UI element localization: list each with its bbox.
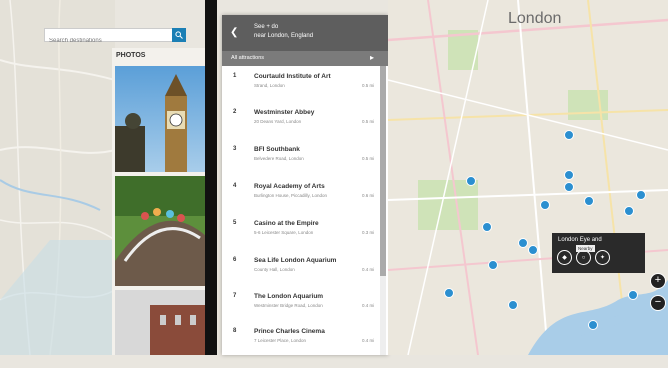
list-item[interactable]: 5 Casino at the Empire 5-6 Leicester Squ… xyxy=(222,220,380,260)
minus-icon: − xyxy=(654,296,662,308)
map-city-label: London xyxy=(508,10,562,27)
item-address: Belvedere Road, London xyxy=(254,156,304,161)
map-pin[interactable] xyxy=(636,190,646,200)
map-pin[interactable] xyxy=(482,222,492,232)
bridge-image xyxy=(115,176,206,286)
item-address: Westminster Bridge Road, London xyxy=(254,303,323,308)
map-pin[interactable] xyxy=(628,290,638,300)
item-name: Sea Life London Aquarium xyxy=(254,257,337,264)
item-number: 7 xyxy=(233,293,237,299)
item-distance: 0.5 mi xyxy=(362,156,375,161)
pushpin-icon: ✦ xyxy=(599,255,606,261)
photo-bridge[interactable] xyxy=(115,176,206,286)
map-pin[interactable] xyxy=(588,320,598,330)
search-input[interactable] xyxy=(45,35,169,47)
attractions-panel: ❮ See + do near London, England All attr… xyxy=(222,15,388,355)
tooltip: Nearby xyxy=(576,245,595,252)
item-name: The London Aquarium xyxy=(254,293,324,300)
item-distance: 0.5 mi xyxy=(362,119,375,124)
map-pin[interactable] xyxy=(564,182,574,192)
item-number: 3 xyxy=(233,146,237,152)
list-item[interactable]: 8 Prince Charles Cinema 7 Leicester Plac… xyxy=(222,328,380,368)
photo-big-ben[interactable] xyxy=(115,66,206,172)
map-pin[interactable] xyxy=(540,200,550,210)
item-number: 1 xyxy=(233,73,237,79)
list-item[interactable]: 3 BFI Southbank Belvedere Road, London 0… xyxy=(222,146,380,186)
item-distance: 0.4 mi xyxy=(362,303,375,308)
popup-title: London Eye and xyxy=(558,237,602,243)
list-item[interactable]: 6 Sea Life London Aquarium County Hall, … xyxy=(222,257,380,297)
nearby-button[interactable]: ○ xyxy=(576,250,591,265)
search-icon xyxy=(175,31,183,39)
item-address: Burlington House, Piccadilly, London xyxy=(254,193,327,198)
item-address: 7 Leicester Place, London xyxy=(254,338,307,343)
photos-heading: PHOTOS xyxy=(116,52,146,59)
directions-icon: ◆ xyxy=(562,255,567,261)
item-address: 20 Deans Yard, London xyxy=(254,119,302,124)
back-arrow-icon[interactable]: ❮ xyxy=(230,27,238,38)
plus-icon: + xyxy=(654,274,662,286)
panel-header: ❮ See + do near London, England xyxy=(222,15,388,51)
list-item[interactable]: 7 The London Aquarium Westminster Bridge… xyxy=(222,293,380,333)
search-box[interactable] xyxy=(44,28,186,47)
search-button[interactable] xyxy=(172,28,186,42)
item-number: 2 xyxy=(233,109,237,115)
main-map[interactable]: London London Eye and ◆ ○ ✦ Nearby + − xyxy=(388,0,668,355)
map-pin[interactable] xyxy=(564,130,574,140)
list-item[interactable]: 2 Westminster Abbey 20 Deans Yard, Londo… xyxy=(222,109,380,149)
item-distance: 0.6 mi xyxy=(362,193,375,198)
pane-divider[interactable] xyxy=(205,0,217,355)
item-number: 4 xyxy=(233,183,237,189)
item-number: 8 xyxy=(233,328,237,334)
item-number: 6 xyxy=(233,257,237,263)
item-name: Westminster Abbey xyxy=(254,109,315,116)
item-distance: 0.4 mi xyxy=(362,267,375,272)
item-number: 5 xyxy=(233,220,237,226)
map-pin[interactable] xyxy=(466,176,476,186)
photo-building[interactable] xyxy=(115,290,206,355)
map-pin[interactable] xyxy=(518,238,528,248)
map-pin[interactable] xyxy=(488,260,498,270)
item-name: BFI Southbank xyxy=(254,146,300,153)
location-popup[interactable]: London Eye and ◆ ○ ✦ Nearby xyxy=(552,233,645,273)
item-distance: 0.5 mi xyxy=(362,83,375,88)
item-name: Royal Academy of Arts xyxy=(254,183,325,190)
pin-button[interactable]: ✦ xyxy=(595,250,610,265)
filter-dropdown[interactable]: All attractions ▸ xyxy=(222,51,388,66)
list-item[interactable]: 1 Courtauld Institute of Art Strand, Lon… xyxy=(222,73,380,113)
map-pin[interactable] xyxy=(528,245,538,255)
item-distance: 0.4 mi xyxy=(362,338,375,343)
left-map-roads xyxy=(0,0,115,355)
map-pin[interactable] xyxy=(584,196,594,206)
map-pin[interactable] xyxy=(508,300,518,310)
item-address: County Hall, London xyxy=(254,267,295,272)
map-roads xyxy=(388,0,668,355)
nearby-icon: ○ xyxy=(581,254,586,261)
directions-button[interactable]: ◆ xyxy=(557,250,572,265)
map-pin[interactable] xyxy=(624,206,634,216)
scrollbar-thumb[interactable] xyxy=(380,66,386,276)
item-address: Strand, London xyxy=(254,83,285,88)
map-pin[interactable] xyxy=(564,170,574,180)
building-image xyxy=(115,290,206,355)
left-map[interactable] xyxy=(0,0,115,355)
panel-subtitle: near London, England xyxy=(254,33,314,39)
item-name: Casino at the Empire xyxy=(254,220,319,227)
item-address: 5-6 Leicester Square, London xyxy=(254,230,314,235)
chevron-right-icon: ▸ xyxy=(370,53,375,62)
zoom-out-button[interactable]: − xyxy=(650,295,666,311)
item-name: Courtauld Institute of Art xyxy=(254,73,331,80)
panel-title: See + do xyxy=(254,24,279,30)
zoom-in-button[interactable]: + xyxy=(650,273,666,289)
item-distance: 0.3 mi xyxy=(362,230,375,235)
filter-label: All attractions xyxy=(231,55,265,61)
big-ben-image xyxy=(115,66,206,172)
map-pin[interactable] xyxy=(444,288,454,298)
item-name: Prince Charles Cinema xyxy=(254,328,325,335)
list-item[interactable]: 4 Royal Academy of Arts Burlington House… xyxy=(222,183,380,223)
